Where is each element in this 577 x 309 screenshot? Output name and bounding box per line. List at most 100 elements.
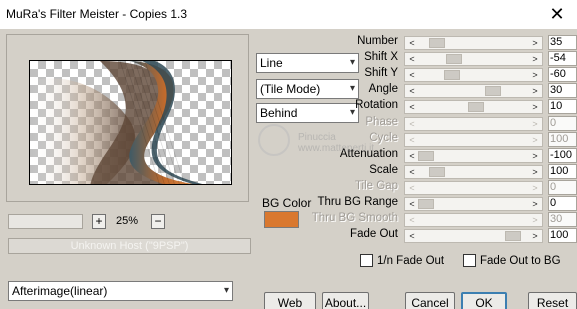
chevron-right-icon[interactable]: >: [528, 229, 542, 243]
ok-button[interactable]: OK: [461, 292, 507, 309]
param-slider-cycle[interactable]: < >: [404, 132, 543, 147]
param-slider-rotation[interactable]: < >: [404, 100, 543, 115]
bg-color-swatch[interactable]: [264, 211, 299, 228]
slider-track[interactable]: [418, 38, 529, 48]
slider-thumb[interactable]: [505, 231, 522, 242]
chevron-right-icon[interactable]: >: [528, 117, 542, 131]
chevron-left-icon[interactable]: <: [405, 181, 419, 195]
chevron-left-icon[interactable]: <: [405, 84, 419, 98]
slider-track[interactable]: [418, 86, 529, 97]
chevron-right-icon[interactable]: >: [528, 133, 542, 147]
param-label-shift-y: Shift Y: [364, 67, 398, 80]
tile-mode-select[interactable]: (Tile Mode) ▾: [256, 79, 359, 99]
param-slider-shift-x[interactable]: < >: [404, 52, 543, 67]
param-slider-scale[interactable]: < >: [404, 164, 543, 179]
chevron-right-icon[interactable]: >: [528, 213, 542, 227]
slider-thumb[interactable]: [485, 86, 502, 97]
slider-track[interactable]: [418, 135, 529, 145]
chevron-right-icon[interactable]: >: [528, 181, 542, 195]
fade-to-bg-checkbox[interactable]: Fade Out to BG: [463, 254, 561, 267]
slider-track[interactable]: [418, 199, 529, 209]
param-value-thru-bg-smooth[interactable]: 30: [548, 212, 577, 228]
param-value-shift-y[interactable]: -60: [548, 67, 577, 83]
reset-button[interactable]: Reset: [528, 292, 577, 309]
slider-thumb[interactable]: [445, 54, 462, 65]
chevron-right-icon[interactable]: >: [528, 165, 542, 179]
chevron-left-icon[interactable]: <: [405, 68, 419, 82]
param-value-cycle[interactable]: 100: [548, 131, 577, 147]
chevron-left-icon[interactable]: <: [405, 197, 419, 211]
param-value-angle[interactable]: 30: [548, 83, 577, 99]
param-value-phase[interactable]: 0: [548, 115, 577, 131]
param-value-tile-gap[interactable]: 0: [548, 179, 577, 195]
zoom-in-button[interactable]: +: [92, 214, 106, 229]
chevron-left-icon[interactable]: <: [405, 52, 419, 66]
chevron-right-icon[interactable]: >: [528, 52, 542, 66]
chevron-right-icon[interactable]: >: [528, 84, 542, 98]
slider-track[interactable]: [418, 70, 529, 81]
chevron-left-icon[interactable]: <: [405, 213, 419, 227]
chevron-left-icon[interactable]: <: [405, 36, 419, 50]
slider-thumb[interactable]: [468, 102, 485, 113]
chevron-right-icon[interactable]: >: [528, 149, 542, 163]
param-slider-thru-bg-range[interactable]: < >: [404, 197, 543, 211]
checkbox-box[interactable]: [360, 254, 373, 267]
slider-track[interactable]: [418, 231, 529, 242]
order-select[interactable]: Behind ▾: [256, 103, 359, 123]
param-value-shift-x[interactable]: -54: [548, 51, 577, 67]
chevron-left-icon[interactable]: <: [405, 149, 419, 163]
preview-canvas[interactable]: [29, 60, 232, 185]
chevron-left-icon[interactable]: <: [405, 229, 419, 243]
fade-1n-checkbox[interactable]: 1/n Fade Out: [360, 254, 444, 267]
param-value-fade-out[interactable]: 100: [548, 228, 577, 244]
chevron-left-icon[interactable]: <: [405, 117, 419, 131]
blend-select[interactable]: Afterimage(linear) ▾: [8, 281, 233, 301]
chevron-left-icon[interactable]: <: [405, 133, 419, 147]
param-value-rotation[interactable]: 10: [548, 99, 577, 115]
zoom-scrollbar[interactable]: [8, 214, 83, 229]
param-slider-tile-gap[interactable]: < >: [404, 180, 543, 195]
param-slider-thru-bg-smooth[interactable]: < >: [404, 213, 543, 228]
param-slider-attenuation[interactable]: < >: [404, 148, 543, 163]
param-slider-fade-out[interactable]: < >: [404, 229, 543, 244]
slider-thumb[interactable]: [429, 38, 446, 48]
slider-track[interactable]: [418, 166, 529, 177]
watermark-logo-icon: [258, 124, 290, 156]
param-slider-phase[interactable]: < >: [404, 116, 543, 131]
zoom-level: 25%: [116, 215, 139, 227]
slider-track[interactable]: [418, 150, 529, 161]
chevron-right-icon[interactable]: >: [528, 36, 542, 50]
param-value-scale[interactable]: 100: [548, 163, 577, 179]
cancel-button[interactable]: Cancel: [405, 292, 455, 309]
chevron-down-icon: ▾: [349, 83, 355, 94]
chevron-left-icon[interactable]: <: [405, 100, 419, 114]
slider-thumb[interactable]: [443, 70, 460, 81]
slider-thumb[interactable]: [429, 166, 446, 177]
chevron-right-icon[interactable]: >: [528, 100, 542, 114]
slider-track[interactable]: [418, 102, 529, 113]
checkbox-box[interactable]: [463, 254, 476, 267]
param-label-rotation: Rotation: [355, 99, 398, 112]
zoom-out-button[interactable]: −: [151, 214, 165, 229]
param-slider-angle[interactable]: < >: [404, 84, 543, 99]
web-button[interactable]: Web: [264, 292, 316, 309]
param-value-thru-bg-range[interactable]: 0: [548, 196, 577, 211]
slider-track[interactable]: [418, 54, 529, 65]
chevron-right-icon[interactable]: >: [528, 197, 542, 211]
chevron-left-icon[interactable]: <: [405, 165, 419, 179]
slider-thumb[interactable]: [418, 199, 434, 209]
slider-track[interactable]: [418, 215, 529, 225]
chevron-right-icon[interactable]: >: [528, 68, 542, 82]
param-label-phase: Phase: [365, 115, 398, 128]
about-button[interactable]: About...: [322, 292, 369, 309]
param-slider-shift-y[interactable]: < >: [404, 68, 543, 83]
slider-thumb[interactable]: [418, 150, 434, 161]
param-value-attenuation[interactable]: -100: [548, 147, 577, 163]
param-value-number[interactable]: 35: [548, 35, 577, 50]
slider-track[interactable]: [418, 183, 529, 193]
mode-select[interactable]: Line ▾: [256, 53, 359, 73]
close-icon[interactable]: ✕: [542, 3, 572, 25]
slider-track[interactable]: [418, 119, 529, 129]
title-bar: MuRa's Filter Meister - Copies 1.3 ✕: [0, 0, 577, 29]
param-slider-number[interactable]: < >: [404, 36, 543, 50]
